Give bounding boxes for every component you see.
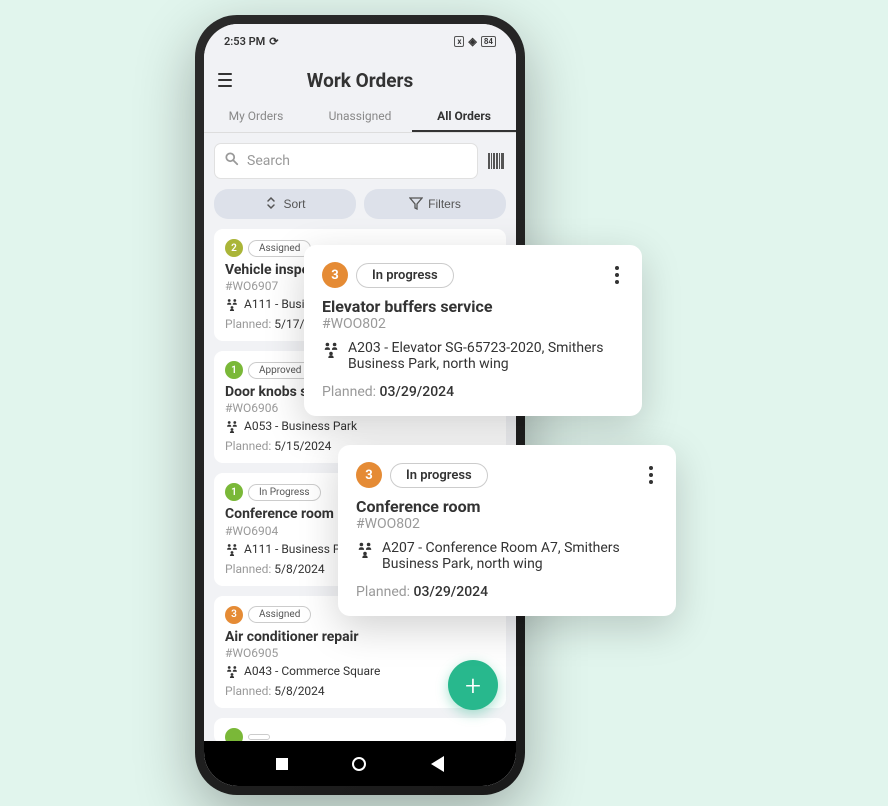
planned-date: 5/15/2024 bbox=[274, 439, 331, 453]
location-text: A207 - Conference Room A7, Smithers Busi… bbox=[382, 540, 658, 572]
priority-badge: 2 bbox=[225, 239, 243, 257]
filter-label: Filters bbox=[428, 197, 461, 211]
sort-label: Sort bbox=[283, 197, 305, 211]
work-order-id: #WO6905 bbox=[225, 646, 495, 660]
home-button[interactable] bbox=[352, 757, 366, 771]
priority-badge: 1 bbox=[225, 483, 243, 501]
priority-badge: 1 bbox=[225, 361, 243, 379]
tab-all-orders[interactable]: All Orders bbox=[412, 101, 516, 132]
priority-badge: 3 bbox=[225, 606, 243, 624]
asset-icon bbox=[225, 664, 239, 681]
work-order-title: Elevator buffers service bbox=[322, 297, 624, 316]
asset-icon bbox=[356, 540, 374, 562]
planned-label: Planned: bbox=[322, 384, 376, 400]
filter-icon bbox=[409, 196, 423, 213]
planned-label: Planned: bbox=[225, 684, 271, 698]
status-chip: In progress bbox=[390, 463, 488, 488]
planned-label: Planned: bbox=[356, 584, 410, 600]
work-order-title: Air conditioner repair bbox=[225, 628, 495, 646]
status-bar: 2:53 PM ⟳ x ◈ 84 bbox=[204, 24, 516, 59]
more-button[interactable] bbox=[644, 461, 658, 489]
sync-icon: ⟳ bbox=[269, 35, 278, 48]
header: Work Orders bbox=[204, 59, 516, 101]
asset-icon bbox=[225, 542, 239, 559]
status-chip: In Progress bbox=[248, 484, 321, 501]
planned-label: Planned: bbox=[225, 439, 271, 453]
work-order-popout[interactable]: 3 In progress Conference room #WOO802 A2… bbox=[338, 445, 676, 616]
battery-icon: 84 bbox=[481, 36, 496, 47]
page-title: Work Orders bbox=[307, 69, 413, 92]
location-text: A203 - Elevator SG-65723-2020, Smithers … bbox=[348, 340, 624, 372]
planned-date: 03/29/2024 bbox=[380, 384, 455, 400]
search-input[interactable]: Search bbox=[214, 143, 478, 179]
priority-badge: 3 bbox=[356, 462, 382, 488]
work-order-card[interactable] bbox=[214, 718, 506, 744]
search-placeholder: Search bbox=[247, 153, 290, 169]
vowifi-icon: x bbox=[454, 36, 464, 47]
controls: Search Sort Filters bbox=[204, 133, 516, 219]
location-text: A043 - Commerce Square bbox=[244, 664, 380, 678]
add-button[interactable]: + bbox=[448, 660, 498, 710]
barcode-button[interactable] bbox=[486, 151, 506, 171]
planned-label: Planned: bbox=[225, 317, 271, 331]
sort-icon bbox=[264, 196, 278, 213]
planned-date: 5/8/2024 bbox=[274, 684, 324, 698]
android-nav-bar bbox=[204, 741, 516, 786]
wifi-icon: ◈ bbox=[468, 35, 476, 48]
tab-unassigned[interactable]: Unassigned bbox=[308, 101, 412, 132]
back-button[interactable] bbox=[431, 756, 444, 772]
priority-badge: 3 bbox=[322, 262, 348, 288]
status-chip: Assigned bbox=[248, 606, 311, 623]
tabs: My Orders Unassigned All Orders bbox=[204, 101, 516, 133]
recents-button[interactable] bbox=[276, 758, 288, 770]
filter-button[interactable]: Filters bbox=[364, 189, 506, 219]
planned-label: Planned: bbox=[225, 562, 271, 576]
status-chip: Approved bbox=[248, 362, 312, 379]
sort-button[interactable]: Sort bbox=[214, 189, 356, 219]
asset-icon bbox=[225, 419, 239, 436]
tab-my-orders[interactable]: My Orders bbox=[204, 101, 308, 132]
asset-icon bbox=[322, 340, 340, 362]
work-order-title: Conference room bbox=[356, 497, 658, 516]
work-order-id: #WOO802 bbox=[356, 516, 658, 532]
planned-date: 5/8/2024 bbox=[274, 562, 324, 576]
work-order-id: #WOO802 bbox=[322, 316, 624, 332]
work-order-popout[interactable]: 3 In progress Elevator buffers service #… bbox=[304, 245, 642, 416]
status-chip bbox=[248, 734, 270, 740]
plus-icon: + bbox=[465, 669, 481, 702]
location-text: A053 - Business Park bbox=[244, 419, 357, 433]
status-chip: In progress bbox=[356, 263, 454, 288]
search-icon bbox=[225, 152, 239, 170]
more-button[interactable] bbox=[610, 261, 624, 289]
status-time: 2:53 PM bbox=[224, 35, 265, 48]
asset-icon bbox=[225, 297, 239, 314]
status-chip: Assigned bbox=[248, 240, 311, 257]
planned-date: 03/29/2024 bbox=[414, 584, 489, 600]
menu-button[interactable] bbox=[214, 69, 236, 91]
